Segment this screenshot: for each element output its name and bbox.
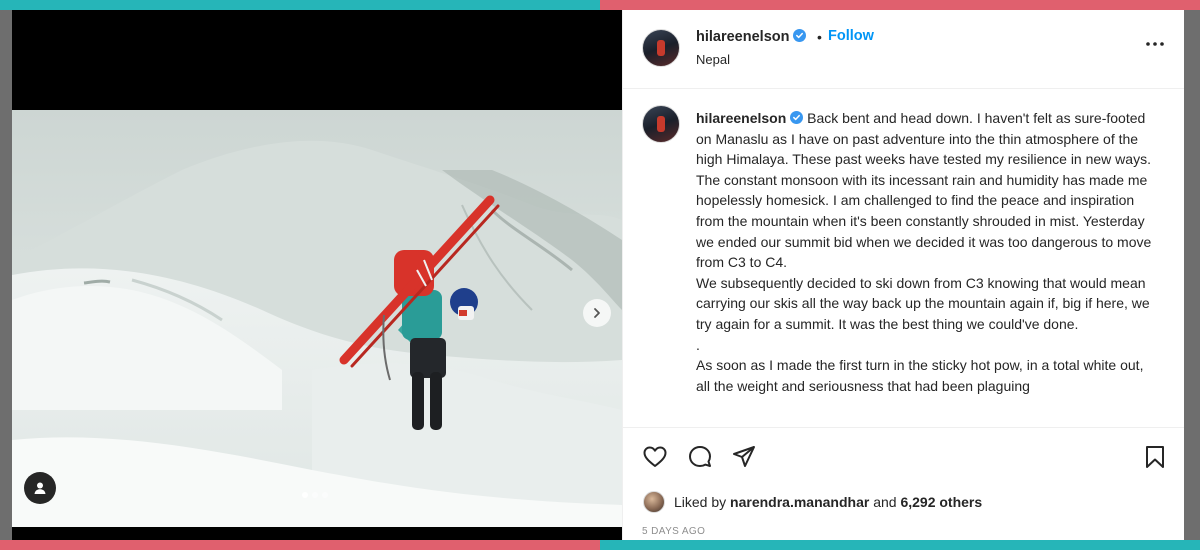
backdrop-overlay <box>1183 10 1200 540</box>
post-photo <box>12 110 622 527</box>
user-tag-icon <box>34 482 46 494</box>
avatar[interactable] <box>642 29 680 67</box>
avatar[interactable] <box>643 491 665 513</box>
carousel-indicator <box>302 492 328 498</box>
avatar[interactable] <box>642 105 680 143</box>
decorative-band-pink <box>600 0 1200 10</box>
paper-plane-icon[interactable] <box>731 444 757 470</box>
decorative-band-teal <box>0 0 600 10</box>
carousel-dot <box>302 492 308 498</box>
likes-connector: and <box>873 494 897 510</box>
next-photo-button[interactable] <box>583 299 611 327</box>
likes-summary: Liked by narendra.manandhar and 6,292 ot… <box>643 491 982 513</box>
separator-dot: • <box>817 29 822 45</box>
caption-username-link[interactable]: hilareenelson <box>696 110 786 126</box>
verified-badge-icon <box>793 29 807 42</box>
caption-body: Back bent and head down. I haven't felt … <box>696 110 1152 394</box>
post-header: hilareenelson • Follow Nepal <box>623 10 1184 89</box>
likes-prefix: Liked by <box>674 494 727 510</box>
decorative-band-teal <box>600 540 1200 550</box>
chevron-right-icon <box>594 308 600 318</box>
carousel-dot <box>312 492 318 498</box>
comment-icon[interactable] <box>687 444 713 470</box>
likes-count-link[interactable]: 6,292 others <box>900 494 982 510</box>
heart-icon[interactable] <box>642 444 668 470</box>
username-text[interactable]: hilareenelson <box>696 29 789 45</box>
action-bar <box>623 444 1184 474</box>
location-link[interactable]: Nepal <box>696 52 730 67</box>
header-username-link[interactable]: hilareenelson <box>696 29 807 45</box>
liker-username-link[interactable]: narendra.manandhar <box>730 494 869 510</box>
post-timestamp[interactable]: 5 DAYS AGO <box>642 526 705 537</box>
verified-badge-icon <box>790 111 804 124</box>
bookmark-icon[interactable] <box>1142 444 1168 470</box>
decorative-band-pink <box>0 540 600 550</box>
caption-text: hilareenelson Back bent and head down. I… <box>696 108 1154 396</box>
caption-section: hilareenelson Back bent and head down. I… <box>623 89 1184 428</box>
backdrop-overlay <box>0 10 12 540</box>
post-media <box>12 10 622 540</box>
follow-button[interactable]: Follow <box>828 28 874 44</box>
tagged-users-button[interactable] <box>24 472 56 504</box>
more-horizontal-icon[interactable] <box>1144 36 1166 52</box>
post-details-panel: hilareenelson • Follow Nepal hilareenels… <box>622 10 1184 540</box>
carousel-dot <box>322 492 328 498</box>
